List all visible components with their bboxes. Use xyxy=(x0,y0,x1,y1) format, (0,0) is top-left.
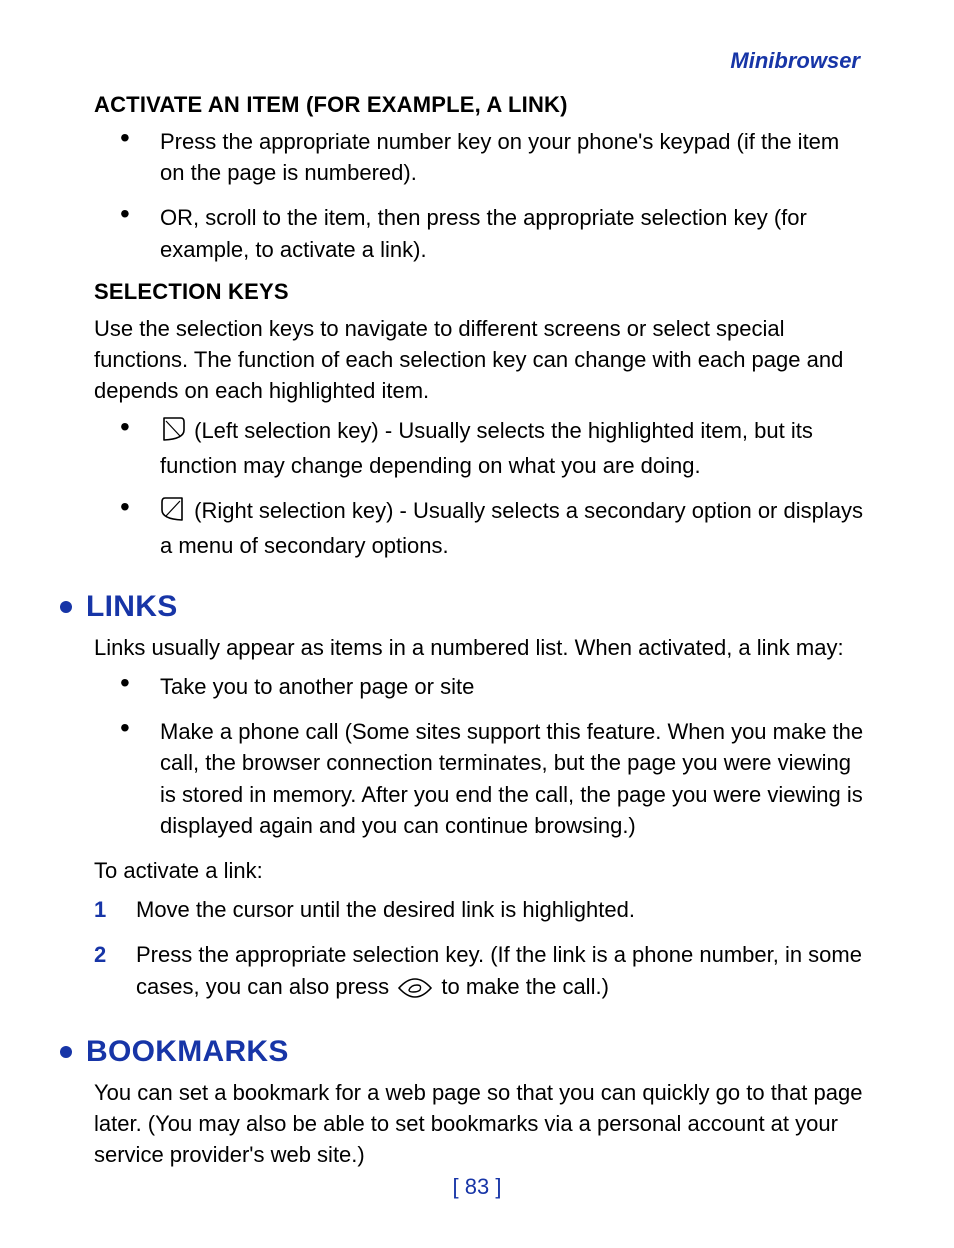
list-item: Make a phone call (Some sites support th… xyxy=(120,716,864,841)
links-title: LINKS xyxy=(86,590,178,624)
step-item: 2 Press the appropriate selection key. (… xyxy=(94,939,864,1006)
links-title-row: LINKS xyxy=(90,590,864,624)
section-bullet-icon xyxy=(60,1046,72,1058)
bookmarks-title-row: BOOKMARKS xyxy=(90,1035,864,1069)
selection-intro: Use the selection keys to navigate to di… xyxy=(94,313,864,407)
selection-list: (Left selection key) - Usually selects t… xyxy=(120,415,864,562)
selection-heading: SELECTION KEYS xyxy=(94,279,864,305)
page-number: [ 83 ] xyxy=(0,1174,954,1200)
links-list: Take you to another page or site Make a … xyxy=(120,671,864,841)
page: Minibrowser ACTIVATE AN ITEM (FOR EXAMPL… xyxy=(0,0,954,1248)
step-number: 2 xyxy=(94,939,106,970)
section-bullet-icon xyxy=(60,601,72,613)
list-item: Take you to another page or site xyxy=(120,671,864,702)
page-header: Minibrowser xyxy=(90,48,864,74)
activate-heading: ACTIVATE AN ITEM (FOR EXAMPLE, A LINK) xyxy=(94,92,864,118)
links-intro: Links usually appear as items in a numbe… xyxy=(94,632,864,663)
call-key-icon xyxy=(397,976,433,1007)
right-selection-key-icon xyxy=(160,496,186,530)
left-key-text: (Left selection key) - Usually selects t… xyxy=(160,418,813,478)
to-activate-text: To activate a link: xyxy=(94,855,864,886)
list-item: (Right selection key) - Usually selects … xyxy=(120,495,864,561)
list-item: Press the appropriate number key on your… xyxy=(120,126,864,188)
bookmarks-title: BOOKMARKS xyxy=(86,1035,289,1069)
bookmarks-intro: You can set a bookmark for a web page so… xyxy=(94,1077,864,1171)
activate-list: Press the appropriate number key on your… xyxy=(120,126,864,265)
activate-steps: 1 Move the cursor until the desired link… xyxy=(94,894,864,1007)
step-number: 1 xyxy=(94,894,106,925)
right-key-text: (Right selection key) - Usually selects … xyxy=(160,498,863,558)
step-text-b: to make the call.) xyxy=(441,974,609,999)
left-selection-key-icon xyxy=(160,416,186,450)
list-item: OR, scroll to the item, then press the a… xyxy=(120,202,864,264)
list-item: (Left selection key) - Usually selects t… xyxy=(120,415,864,481)
step-item: 1 Move the cursor until the desired link… xyxy=(94,894,864,925)
step-text: Move the cursor until the desired link i… xyxy=(136,897,635,922)
